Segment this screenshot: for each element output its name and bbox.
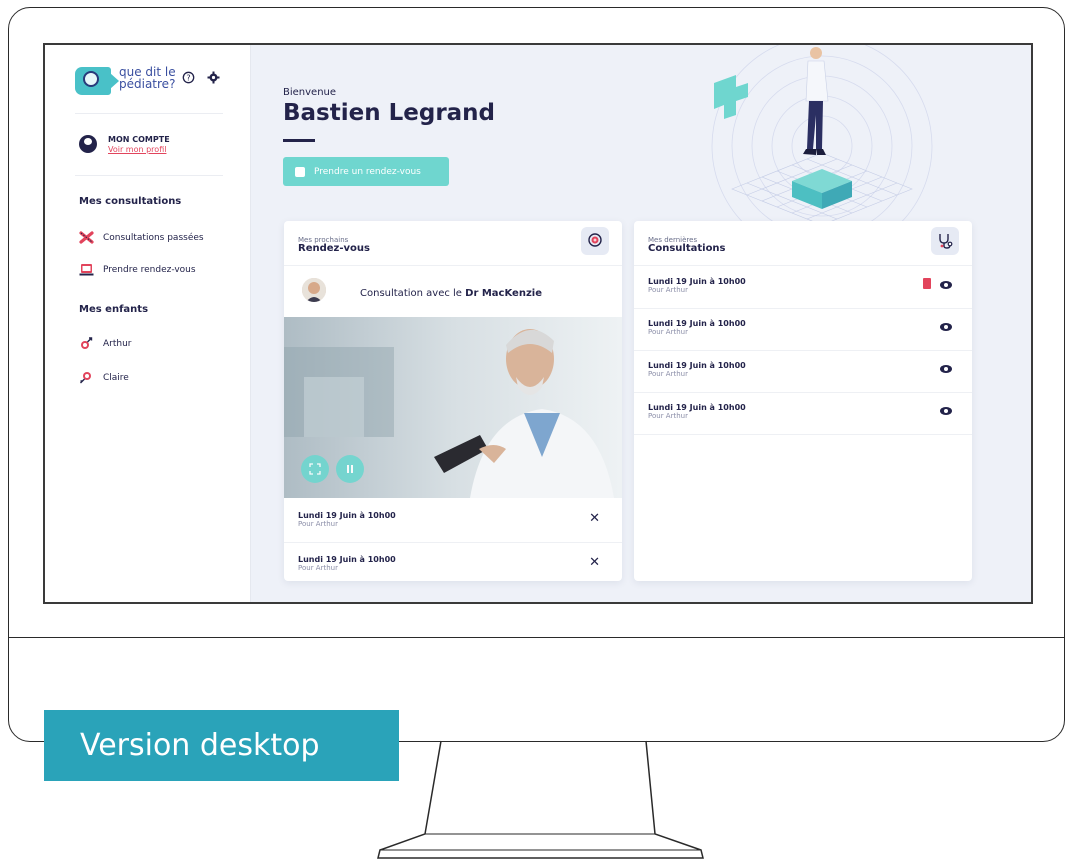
- consultations-heading: Mes consultations: [79, 196, 182, 207]
- female-icon: [79, 371, 94, 384]
- calendar-icon: [295, 166, 305, 177]
- pdf-document-icon[interactable]: [923, 278, 931, 289]
- title-underline: [283, 139, 315, 142]
- consultation-child: Pour Arthur: [648, 370, 688, 378]
- male-icon: [79, 337, 94, 350]
- appointment-child: Pour Arthur: [298, 564, 338, 572]
- book-appointment-button[interactable]: Prendre un rendez-vous: [283, 157, 449, 186]
- logo-text[interactable]: que dit le pédiatre?: [119, 66, 176, 90]
- doctor-illustration: [692, 45, 992, 257]
- consultation-label: Consultation avec le Dr MacKenzie: [360, 288, 542, 299]
- sidebar-item-past-consultations[interactable]: Consultations passées: [79, 231, 204, 244]
- divider: [634, 392, 972, 393]
- divider: [284, 265, 622, 266]
- doctor-name: Dr MacKenzie: [465, 288, 542, 299]
- monitor-chin-line: [9, 637, 1064, 638]
- divider: [284, 542, 622, 543]
- sidebar-item-label: Claire: [103, 372, 129, 383]
- consultation-row[interactable]: Lundi 19 Juin à 10h00 Pour Arthur: [634, 311, 972, 353]
- consultations-title: Consultations: [648, 243, 726, 254]
- help-icon[interactable]: ?: [182, 71, 195, 88]
- divider: [75, 113, 223, 114]
- sidebar-item-arthur[interactable]: Arthur: [79, 337, 132, 350]
- consultation-row[interactable]: Lundi 19 Juin à 10h00 Pour Arthur: [634, 395, 972, 437]
- consultation-child: Pour Arthur: [648, 412, 688, 420]
- sidebar-item-book-appointment[interactable]: Prendre rendez-vous: [79, 263, 196, 276]
- sidebar-item-label: Arthur: [103, 338, 132, 349]
- book-appointment-button-label: Prendre un rendez-vous: [314, 166, 421, 177]
- svg-text:?: ?: [186, 74, 190, 83]
- consultations-card: Mes dernières Consultations Lundi 19 Jui…: [634, 221, 972, 581]
- stethoscope-icon[interactable]: [931, 227, 959, 255]
- view-profile-link[interactable]: Voir mon profil: [108, 145, 166, 154]
- page: que dit le pédiatre? ? MON COMPTE Voir m…: [0, 0, 1068, 862]
- appointment-row[interactable]: Lundi 19 Juin à 10h00 Pour Arthur ✕: [284, 547, 622, 589]
- account-icon: [79, 135, 97, 153]
- logo-icon[interactable]: [75, 67, 119, 95]
- divider: [634, 434, 972, 435]
- video-call-frame[interactable]: [284, 317, 622, 498]
- consultation-date: Lundi 19 Juin à 10h00: [648, 361, 746, 370]
- appointments-card: Mes prochains Rendez-vous Consultation a…: [284, 221, 622, 581]
- app-screen: que dit le pédiatre? ? MON COMPTE Voir m…: [43, 43, 1033, 604]
- eye-icon[interactable]: [940, 281, 952, 289]
- appointment-date: Lundi 19 Juin à 10h00: [298, 555, 396, 564]
- appointments-title: Rendez-vous: [298, 243, 370, 254]
- consultation-date: Lundi 19 Juin à 10h00: [648, 319, 746, 328]
- logo-text-line2: pédiatre?: [119, 77, 176, 91]
- divider: [634, 308, 972, 309]
- consultation-prefix: Consultation avec le: [360, 288, 462, 299]
- user-name-heading: Bastien Legrand: [283, 100, 496, 126]
- sidebar-item-label: Consultations passées: [103, 232, 204, 243]
- pause-icon: [347, 465, 353, 473]
- appointment-date: Lundi 19 Juin à 10h00: [298, 511, 396, 520]
- map-pin-icon[interactable]: [581, 227, 609, 255]
- welcome-text: Bienvenue: [283, 87, 337, 98]
- children-heading: Mes enfants: [79, 304, 149, 315]
- version-desktop-label: Version desktop: [44, 710, 399, 781]
- fullscreen-button[interactable]: [301, 455, 329, 483]
- main-content: Bienvenue Bastien Legrand Prendre un ren…: [252, 45, 1031, 602]
- eye-icon[interactable]: [940, 365, 952, 373]
- sidebar-item-claire[interactable]: Claire: [79, 371, 129, 384]
- appointment-child: Pour Arthur: [298, 520, 338, 528]
- fullscreen-icon: [309, 463, 321, 475]
- divider: [634, 350, 972, 351]
- sidebar-item-label: Prendre rendez-vous: [103, 264, 196, 275]
- divider: [634, 265, 972, 266]
- pause-button[interactable]: [336, 455, 364, 483]
- appointment-row[interactable]: Lundi 19 Juin à 10h00 Pour Arthur ✕: [284, 503, 622, 545]
- book-appointment-icon: [79, 263, 94, 276]
- gear-icon[interactable]: [207, 71, 220, 88]
- consultation-row[interactable]: Lundi 19 Juin à 10h00 Pour Arthur: [634, 353, 972, 395]
- eye-icon[interactable]: [940, 323, 952, 331]
- account-title: MON COMPTE: [108, 135, 170, 144]
- consultation-child: Pour Arthur: [648, 286, 688, 294]
- doctor-avatar: [302, 278, 326, 302]
- sidebar: que dit le pédiatre? ? MON COMPTE Voir m…: [45, 45, 251, 602]
- divider: [75, 175, 223, 176]
- consultation-child: Pour Arthur: [648, 328, 688, 336]
- past-consultations-icon: [79, 231, 94, 244]
- eye-icon[interactable]: [940, 407, 952, 415]
- close-icon[interactable]: ✕: [589, 555, 600, 570]
- close-icon[interactable]: ✕: [589, 511, 600, 526]
- consultation-date: Lundi 19 Juin à 10h00: [648, 277, 746, 286]
- consultation-row[interactable]: Lundi 19 Juin à 10h00 Pour Arthur: [634, 269, 972, 311]
- consultation-date: Lundi 19 Juin à 10h00: [648, 403, 746, 412]
